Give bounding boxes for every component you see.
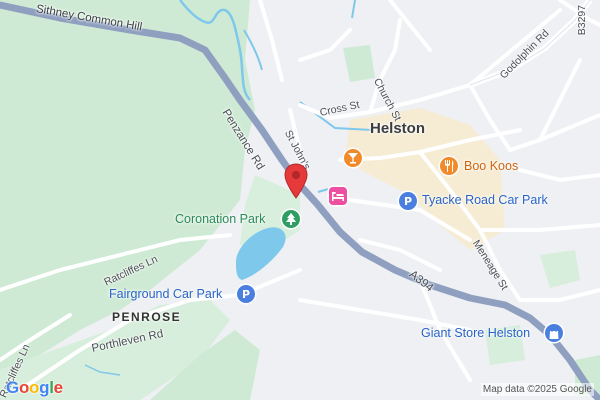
road-label-b3297: B3297	[575, 4, 588, 36]
map-canvas[interactable]: Sithney Common Hill Penzance Rd St John'…	[0, 0, 600, 400]
area-label-penrose: PENROSE	[112, 310, 182, 324]
poi-label-tyacke-road-car-park[interactable]: Tyacke Road Car Park	[422, 194, 548, 207]
logo-letter-o1: o	[18, 378, 30, 397]
poi-label-fairground-car-park[interactable]: Fairground Car Park	[109, 288, 222, 301]
location-pin-icon[interactable]	[282, 163, 310, 199]
cocktail-glyph	[348, 153, 358, 164]
bed-glyph	[332, 191, 344, 201]
poi-label-boo-koos[interactable]: Boo Koos	[464, 160, 518, 173]
poi-label-coronation-park[interactable]: Coronation Park	[175, 213, 265, 226]
google-logo[interactable]: Google	[6, 378, 63, 398]
logo-letter-g2: g	[39, 378, 50, 397]
shopping-bag-glyph	[549, 327, 559, 339]
logo-letter-g1: G	[6, 378, 19, 397]
town-label-helston[interactable]: Helston	[370, 121, 425, 136]
cocktail-icon[interactable]	[344, 149, 362, 167]
map-attribution[interactable]: Map data ©2025 Google	[480, 383, 594, 396]
green-patch-east	[540, 250, 580, 288]
poi-label-giant-store-helston[interactable]: Giant Store Helston	[421, 327, 530, 340]
fork-knife-glyph	[445, 160, 454, 172]
tree-glyph	[286, 213, 296, 225]
tree-icon[interactable]	[282, 210, 300, 228]
river-branch	[243, 29, 263, 71]
shopping-bag-icon[interactable]	[545, 324, 563, 342]
parking-icon-fairground[interactable]: P	[237, 285, 255, 303]
logo-letter-e: e	[53, 378, 63, 397]
parking-icon-tyacke-road[interactable]: P	[399, 192, 417, 210]
logo-letter-o2: o	[29, 378, 40, 397]
green-patch-north	[343, 45, 375, 82]
stream-east	[351, 0, 356, 19]
bed-icon[interactable]	[329, 187, 347, 205]
fork-knife-icon[interactable]	[440, 157, 458, 175]
